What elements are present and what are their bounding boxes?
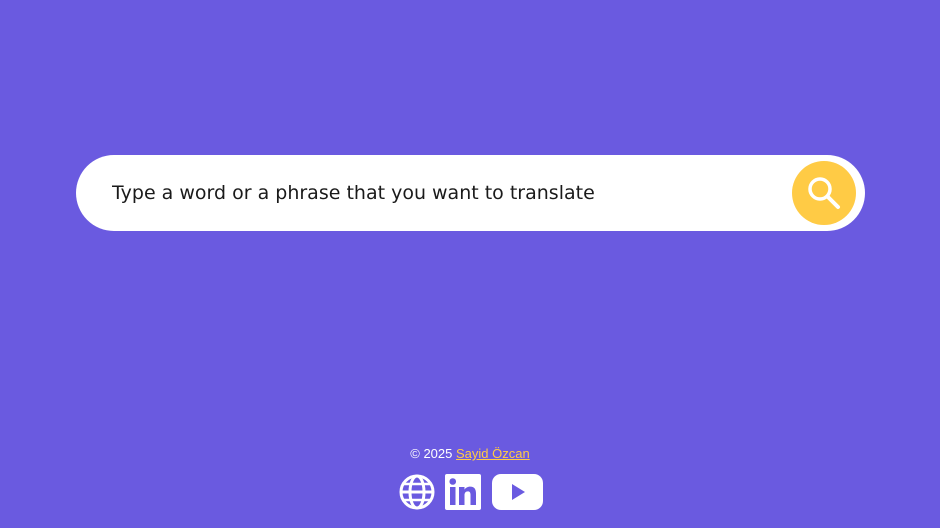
search-input[interactable] — [112, 155, 782, 231]
youtube-link[interactable] — [492, 474, 543, 514]
globe-icon — [399, 474, 435, 510]
copyright-text: © 2025 — [410, 446, 453, 461]
footer: © 2025 Sayid Özcan — [0, 444, 940, 510]
youtube-icon — [492, 474, 543, 510]
page: © 2025 Sayid Özcan — [0, 0, 940, 528]
copyright: © 2025 Sayid Özcan — [0, 444, 940, 464]
social-links — [399, 474, 543, 514]
search-icon — [808, 177, 840, 209]
search-bar — [76, 155, 865, 231]
linkedin-icon — [445, 474, 481, 510]
linkedin-link[interactable] — [445, 474, 481, 514]
author-link[interactable]: Sayid Özcan — [456, 446, 530, 461]
search-button[interactable] — [792, 161, 856, 225]
website-link[interactable] — [399, 474, 435, 514]
